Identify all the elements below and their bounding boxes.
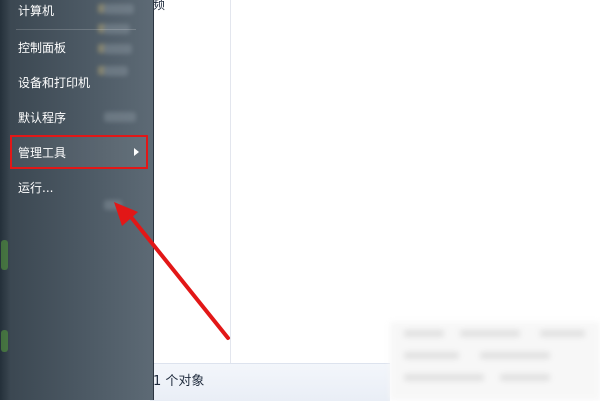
menu-item-default-programs[interactable]: 默认程序 xyxy=(18,108,66,128)
explorer-window: 频 1 个对象 xyxy=(150,0,600,401)
status-object-count: 1 个对象 xyxy=(153,374,205,389)
submenu-arrow-icon[interactable] xyxy=(134,148,139,156)
start-menu-left-edge xyxy=(0,0,10,400)
status-bar: 1 个对象 xyxy=(150,363,390,401)
start-menu-right-pane: 计算机 控制面板 设备和打印机 默认程序 管理工具 运行... xyxy=(0,0,154,400)
menu-item-computer[interactable]: 计算机 xyxy=(18,1,54,21)
menu-separator xyxy=(16,29,136,30)
blurred-region xyxy=(390,322,600,400)
navigation-pane[interactable]: 频 xyxy=(150,0,231,363)
menu-item-administrative-tools[interactable]: 管理工具 xyxy=(18,143,66,163)
content-pane[interactable] xyxy=(231,0,600,363)
blurred-background-strip xyxy=(96,0,150,400)
menu-item-devices-printers[interactable]: 设备和打印机 xyxy=(18,73,90,93)
menu-item-control-panel[interactable]: 控制面板 xyxy=(18,38,66,58)
menu-item-run[interactable]: 运行... xyxy=(18,178,53,198)
